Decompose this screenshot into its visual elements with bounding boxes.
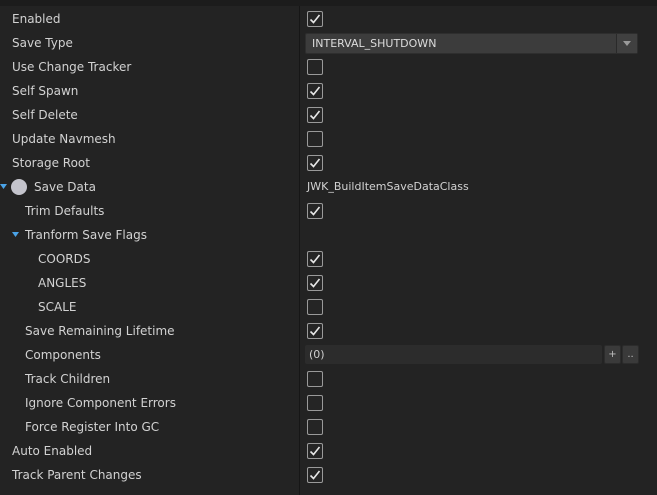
coords-label: COORDS — [38, 252, 91, 266]
self-delete-label: Self Delete — [12, 108, 78, 122]
auto-enabled-label: Auto Enabled — [12, 444, 93, 458]
checkmark-icon — [309, 206, 321, 216]
row-auto-enabled: Auto Enabled — [0, 439, 657, 463]
row-use-change-tracker: Use Change Tracker — [0, 55, 657, 79]
triangle-down-icon[interactable] — [0, 184, 7, 189]
row-force-register-into-gc: Force Register Into GC — [0, 415, 657, 439]
force-register-into-gc-checkbox[interactable] — [307, 419, 323, 435]
angles-checkbox[interactable] — [307, 275, 323, 291]
components-more-button[interactable]: .. — [622, 345, 639, 364]
row-transform-save-flags: Tranform Save Flags — [0, 223, 657, 247]
row-save-data: Save Data JWK_BuildItemSaveDataClass — [0, 175, 657, 199]
track-parent-changes-checkbox[interactable] — [307, 467, 323, 483]
row-ignore-component-errors: Ignore Component Errors — [0, 391, 657, 415]
storage-root-label: Storage Root — [12, 156, 90, 170]
row-coords: COORDS — [0, 247, 657, 271]
ignore-component-errors-label: Ignore Component Errors — [25, 396, 176, 410]
enabled-checkbox[interactable] — [307, 11, 323, 27]
save-remaining-lifetime-checkbox[interactable] — [307, 323, 323, 339]
use-change-tracker-checkbox[interactable] — [307, 59, 323, 75]
use-change-tracker-label: Use Change Tracker — [12, 60, 132, 74]
angles-label: ANGLES — [38, 276, 87, 290]
checkmark-icon — [309, 446, 321, 456]
checkmark-icon — [309, 86, 321, 96]
self-spawn-label: Self Spawn — [12, 84, 79, 98]
checkmark-icon — [309, 278, 321, 288]
row-self-spawn: Self Spawn — [0, 79, 657, 103]
triangle-down-icon[interactable] — [12, 232, 19, 237]
storage-root-checkbox[interactable] — [307, 155, 323, 171]
circle-icon — [11, 179, 27, 195]
row-scale: SCALE — [0, 295, 657, 319]
components-count: (0) — [309, 348, 325, 361]
row-components: Components (0) + .. — [0, 343, 657, 367]
scale-checkbox[interactable] — [307, 299, 323, 315]
force-register-into-gc-label: Force Register Into GC — [25, 420, 160, 434]
self-spawn-checkbox[interactable] — [307, 83, 323, 99]
row-self-delete: Self Delete — [0, 103, 657, 127]
panel-top-border — [0, 0, 657, 6]
row-track-parent-changes: Track Parent Changes — [0, 463, 657, 487]
ignore-component-errors-checkbox[interactable] — [307, 395, 323, 411]
trim-defaults-label: Trim Defaults — [25, 204, 105, 218]
row-save-type: Save Type INTERVAL_SHUTDOWN — [0, 31, 657, 55]
row-storage-root: Storage Root — [0, 151, 657, 175]
save-type-value: INTERVAL_SHUTDOWN — [312, 37, 437, 50]
self-delete-checkbox[interactable] — [307, 107, 323, 123]
track-parent-changes-label: Track Parent Changes — [12, 468, 142, 482]
save-remaining-lifetime-label: Save Remaining Lifetime — [25, 324, 175, 338]
checkmark-icon — [309, 326, 321, 336]
chevron-down-icon — [623, 41, 631, 46]
checkmark-icon — [309, 254, 321, 264]
transform-save-flags-label: Tranform Save Flags — [25, 228, 147, 242]
enabled-label: Enabled — [12, 12, 61, 26]
save-data-label: Save Data — [34, 180, 96, 194]
coords-checkbox[interactable] — [307, 251, 323, 267]
row-save-remaining-lifetime: Save Remaining Lifetime — [0, 319, 657, 343]
update-navmesh-label: Update Navmesh — [12, 132, 116, 146]
track-children-label: Track Children — [25, 372, 111, 386]
components-label: Components — [25, 348, 101, 362]
save-type-dropdown[interactable]: INTERVAL_SHUTDOWN — [305, 33, 638, 54]
row-update-navmesh: Update Navmesh — [0, 127, 657, 151]
row-track-children: Track Children — [0, 367, 657, 391]
track-children-checkbox[interactable] — [307, 371, 323, 387]
save-type-label: Save Type — [12, 36, 73, 50]
components-field[interactable]: (0) — [305, 345, 602, 364]
checkmark-icon — [309, 110, 321, 120]
add-component-button[interactable]: + — [604, 345, 621, 364]
update-navmesh-checkbox[interactable] — [307, 131, 323, 147]
row-angles: ANGLES — [0, 271, 657, 295]
save-type-dropdown-button[interactable] — [616, 34, 637, 53]
trim-defaults-checkbox[interactable] — [307, 203, 323, 219]
scale-label: SCALE — [38, 300, 77, 314]
row-enabled: Enabled — [0, 7, 657, 31]
auto-enabled-checkbox[interactable] — [307, 443, 323, 459]
checkmark-icon — [309, 470, 321, 480]
row-trim-defaults: Trim Defaults — [0, 199, 657, 223]
checkmark-icon — [309, 158, 321, 168]
save-data-value[interactable]: JWK_BuildItemSaveDataClass — [307, 175, 469, 199]
checkmark-icon — [309, 14, 321, 24]
